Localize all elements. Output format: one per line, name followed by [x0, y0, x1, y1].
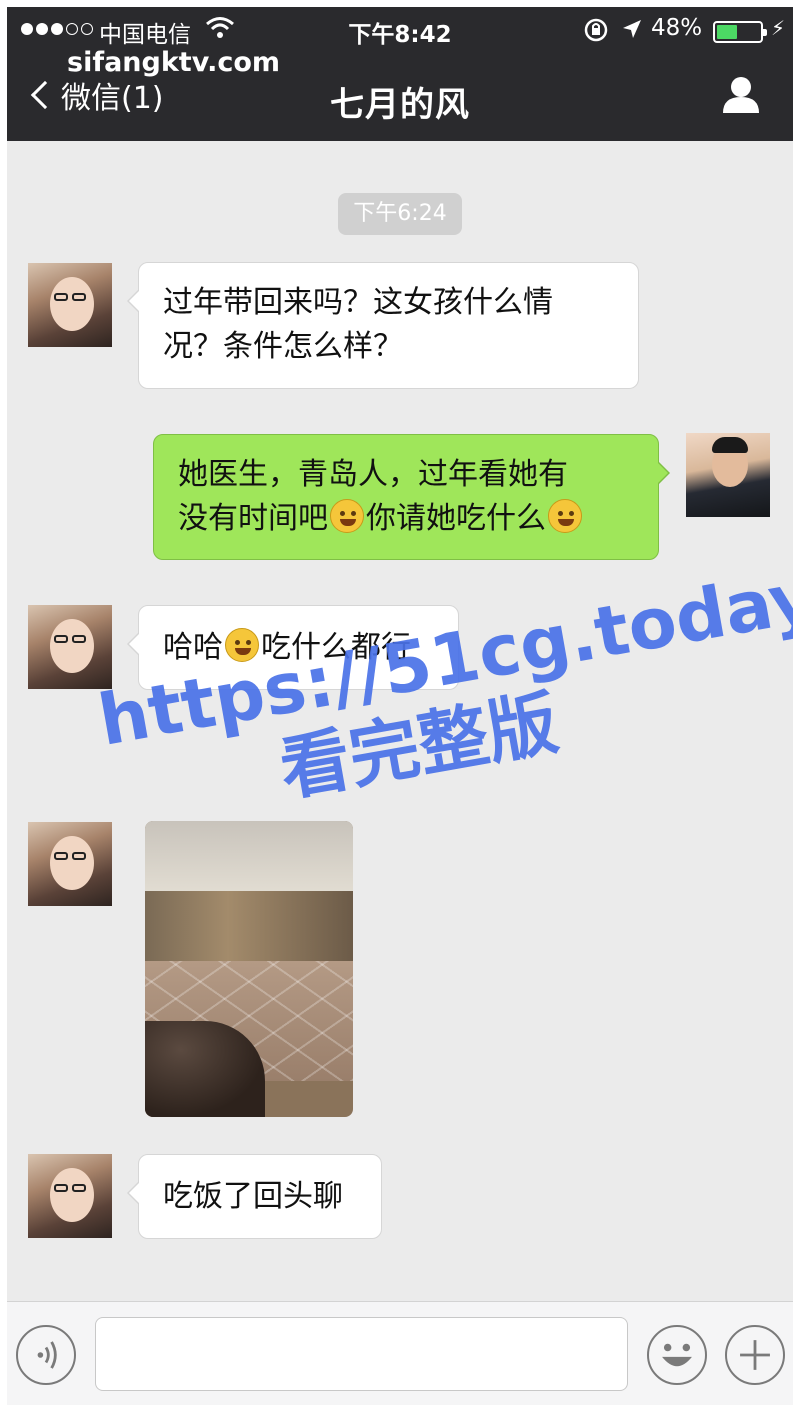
charging-bolt-icon: ⚡ — [771, 16, 786, 40]
message-bubble-incoming[interactable]: 过年带回来吗？这女孩什么情 况？条件怎么样？ — [127, 262, 639, 389]
chat-screen: 中国电信 下午8:42 48% ⚡ sifangktv.com 微信(1) 七月… — [7, 7, 793, 1405]
thinking-emoji-icon — [548, 499, 582, 533]
message-text: 她医生，青岛人，过年看她有 — [178, 457, 568, 492]
message-timestamp: 下午6:24 — [338, 193, 462, 235]
person-icon[interactable] — [719, 73, 763, 117]
contact-avatar[interactable] — [28, 1154, 112, 1238]
contact-avatar[interactable] — [28, 822, 112, 906]
user-avatar[interactable] — [686, 433, 770, 517]
voice-icon[interactable] — [16, 1325, 76, 1385]
message-text: 没有时间吧 — [178, 501, 328, 536]
input-bar — [7, 1301, 793, 1405]
flushed-emoji-icon — [330, 499, 364, 533]
image-message[interactable] — [145, 821, 353, 1117]
contact-avatar[interactable] — [28, 263, 112, 347]
battery-percent: 48% — [651, 15, 703, 41]
battery-icon — [713, 21, 767, 43]
message-text: 吃饭了回头聊 — [163, 1179, 343, 1214]
header: 中国电信 下午8:42 48% ⚡ sifangktv.com 微信(1) 七月… — [7, 7, 793, 141]
message-text-line: 没有时间吧 你请她吃什么 — [178, 497, 634, 541]
message-text: 况？条件怎么样？ — [163, 329, 403, 364]
emoji-face-icon[interactable] — [647, 1325, 707, 1385]
message-text: 过年带回来吗？这女孩什么情 — [163, 285, 553, 320]
message-bubble-outgoing[interactable]: 她医生，青岛人，过年看她有 没有时间吧 你请她吃什么 — [153, 434, 670, 560]
chat-title: 七月的风 — [330, 85, 470, 125]
plus-icon[interactable] — [725, 1325, 785, 1385]
status-bar: 中国电信 下午8:42 48% ⚡ — [7, 13, 793, 49]
message-input[interactable] — [95, 1317, 628, 1391]
message-text: 你请她吃什么 — [366, 501, 546, 536]
contact-avatar[interactable] — [28, 605, 112, 689]
orientation-lock-icon — [584, 18, 608, 42]
message-bubble-incoming[interactable]: 吃饭了回头聊 — [127, 1154, 382, 1239]
location-arrow-icon — [623, 20, 641, 38]
